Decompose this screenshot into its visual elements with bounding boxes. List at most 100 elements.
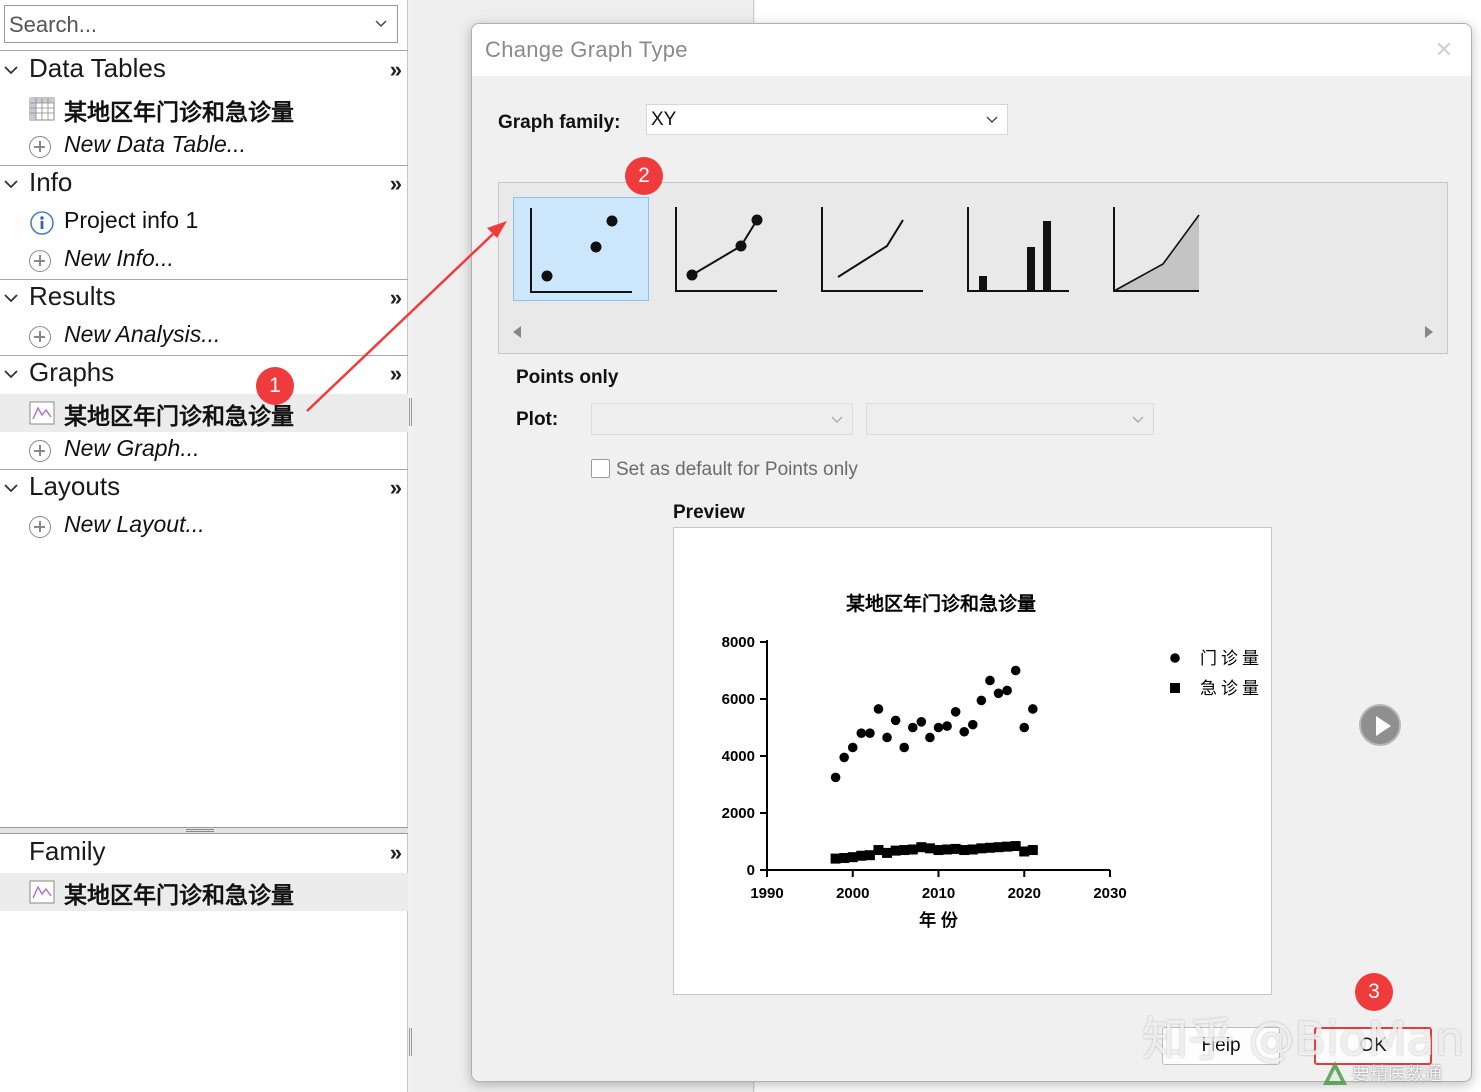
graph-type-points-only[interactable] <box>513 197 649 301</box>
close-icon[interactable]: ✕ <box>1435 38 1453 63</box>
data-point-1 <box>873 704 884 714</box>
family-graph-item[interactable]: 某地区年门诊和急诊量 <box>0 873 408 911</box>
vertical-grip-icon[interactable] <box>409 1028 412 1056</box>
x-tick-label: 2000 <box>836 885 869 902</box>
data-point-1 <box>890 715 901 726</box>
data-point-1 <box>839 752 849 763</box>
section-title: Data Tables <box>29 53 166 83</box>
double-chevron-icon[interactable]: » <box>390 57 402 83</box>
new-data-table-item[interactable]: New Data Table... <box>0 128 408 166</box>
section-header-data-tables[interactable]: Data Tables » <box>0 53 408 89</box>
data-table-item[interactable]: 某地区年门诊和急诊量 <box>0 90 408 128</box>
plus-circle-icon <box>29 326 51 348</box>
section-title: Results <box>29 281 116 311</box>
x-axis-label: 年 份 <box>919 910 959 930</box>
section-header-layouts[interactable]: Layouts » <box>0 471 408 507</box>
y-tick-label: 0 <box>747 862 755 879</box>
section-header-info[interactable]: Info » <box>0 167 408 203</box>
data-point-2 <box>976 843 987 854</box>
graph-type-spikes[interactable] <box>951 197 1087 301</box>
section-title: Graphs <box>29 357 115 387</box>
double-chevron-icon[interactable]: » <box>390 475 402 501</box>
data-point-1 <box>865 728 875 738</box>
pane-splitter[interactable] <box>0 827 408 834</box>
play-icon[interactable] <box>1359 704 1401 746</box>
chevron-down-icon[interactable] <box>4 65 18 75</box>
graph-family-select[interactable]: XY <box>646 104 1008 135</box>
chevron-down-icon[interactable] <box>4 293 18 303</box>
y-tick-label: 4000 <box>722 748 755 765</box>
data-point-1 <box>925 732 935 743</box>
project-info-item[interactable]: Project info 1 <box>0 204 408 242</box>
section-header-results[interactable]: Results » <box>0 281 408 317</box>
legend-marker-2 <box>1170 683 1180 693</box>
new-info-item[interactable]: New Info... <box>0 242 408 280</box>
section-header-graphs[interactable]: Graphs » <box>0 357 408 393</box>
spikes-icon <box>967 207 1069 292</box>
chevron-down-icon <box>986 116 998 123</box>
graph-type-area-fill[interactable] <box>1097 197 1233 301</box>
graph-icon <box>29 880 55 904</box>
data-point-1 <box>985 675 995 686</box>
scroll-right-icon[interactable] <box>1425 326 1433 338</box>
data-point-2 <box>890 845 901 856</box>
search-input[interactable]: Search... <box>9 12 97 38</box>
preview-chart: 某地区年门诊和急诊量 0 2000 4000 6000 8000 1990 2000 2010 2… <box>722 592 1263 930</box>
new-layout-item[interactable]: New Layout... <box>0 508 408 546</box>
data-point-2 <box>959 845 970 856</box>
watermark-logo-icon <box>1323 1061 1347 1085</box>
divider <box>0 469 408 470</box>
item-label: New Analysis... <box>64 321 221 347</box>
data-point-2 <box>967 844 978 855</box>
data-point-1 <box>882 732 892 743</box>
item-label: Project info 1 <box>64 207 199 233</box>
double-chevron-icon[interactable]: » <box>390 285 402 311</box>
info-icon <box>30 211 54 235</box>
item-label: New Graph... <box>64 435 200 461</box>
double-chevron-icon[interactable]: » <box>390 171 402 197</box>
data-point-1 <box>899 742 909 753</box>
x-tick-label: 1990 <box>750 885 783 902</box>
section-header-family[interactable]: Family » <box>0 836 408 872</box>
data-point-2 <box>984 842 995 853</box>
item-label: 某地区年门诊和急诊量 <box>64 403 294 429</box>
selected-type-label: Points only <box>516 367 619 388</box>
data-point-2 <box>950 843 961 854</box>
search-box[interactable]: Search... <box>4 5 398 43</box>
chevron-down-icon[interactable] <box>374 17 388 31</box>
data-point-1 <box>976 695 987 706</box>
graph-type-line-only[interactable] <box>805 197 941 301</box>
data-point-2 <box>839 853 850 864</box>
plus-circle-icon <box>29 250 51 272</box>
new-analysis-item[interactable]: New Analysis... <box>0 318 408 356</box>
chevron-down-icon[interactable] <box>4 369 18 379</box>
chart-title: 某地区年门诊和急诊量 <box>846 592 1036 615</box>
data-point-2 <box>942 844 953 855</box>
chevron-down-icon <box>1132 416 1144 423</box>
preview-label: Preview <box>673 502 745 523</box>
default-checkbox[interactable] <box>591 459 610 478</box>
dialog-titlebar[interactable]: Change Graph Type ✕ <box>472 24 1471 76</box>
legend-label-1: 门诊量 <box>1200 649 1263 668</box>
data-point-2 <box>993 842 1004 853</box>
watermark-site: 要精医数通 <box>1352 1064 1442 1085</box>
data-point-1 <box>950 707 961 717</box>
chevron-down-icon[interactable] <box>4 179 18 189</box>
graph-item[interactable]: 某地区年门诊和急诊量 <box>0 394 408 432</box>
graph-type-points-connected[interactable] <box>659 197 795 301</box>
new-graph-item[interactable]: New Graph... <box>0 432 408 470</box>
double-chevron-icon[interactable]: » <box>390 361 402 387</box>
chevron-down-icon[interactable] <box>4 483 18 493</box>
scroll-left-icon[interactable] <box>513 326 521 338</box>
data-point-1 <box>907 722 918 733</box>
legend-marker-1 <box>1170 653 1180 663</box>
section-title: Layouts <box>29 471 121 501</box>
vertical-grip-icon[interactable] <box>409 398 412 426</box>
double-chevron-icon[interactable]: » <box>390 840 402 866</box>
y-tick-label: 6000 <box>722 691 755 708</box>
data-point-1 <box>1002 685 1012 696</box>
plot-select-1[interactable] <box>591 403 853 435</box>
plot-select-2[interactable] <box>866 403 1154 435</box>
data-point-2 <box>864 850 875 861</box>
graph-family-value: XY <box>651 109 677 130</box>
